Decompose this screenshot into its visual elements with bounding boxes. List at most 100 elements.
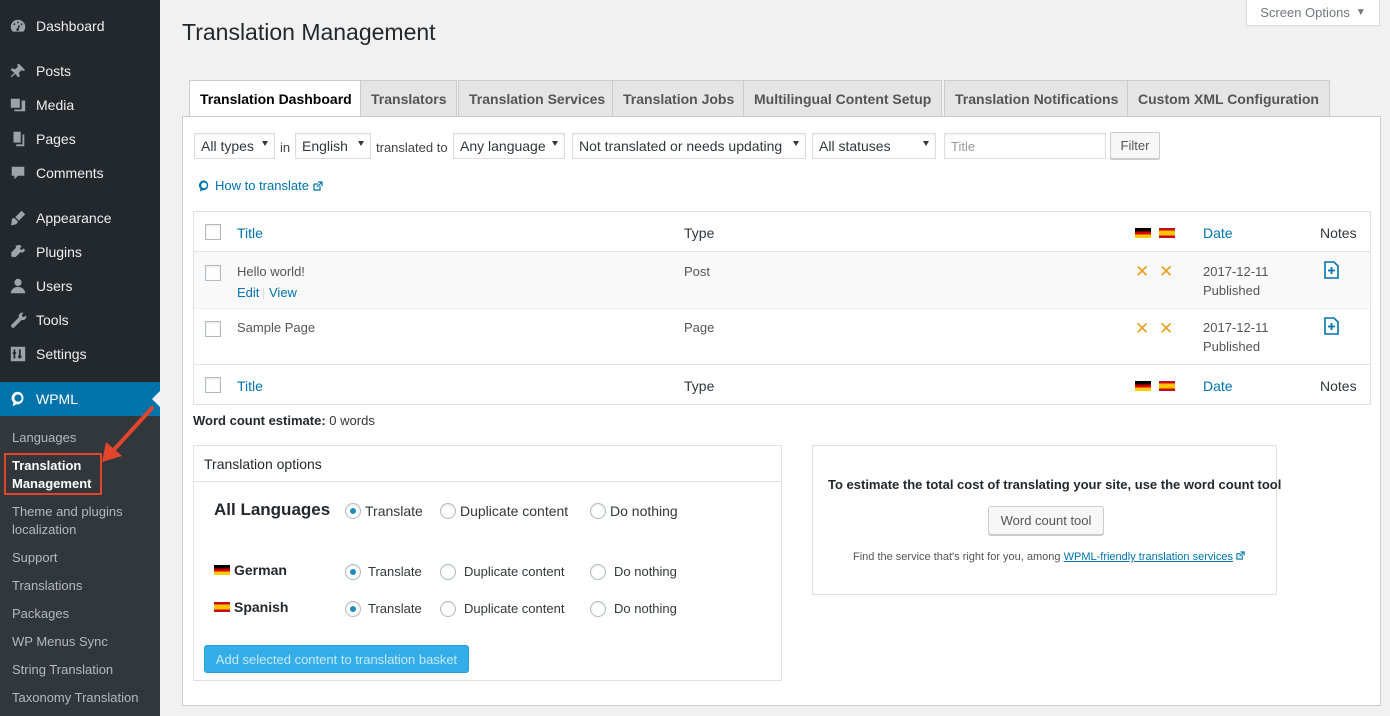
spanish-duplicate-radio[interactable] — [440, 601, 456, 617]
spanish-do-nothing-label: Do nothing — [614, 601, 677, 616]
menu-posts[interactable]: Posts — [0, 54, 160, 88]
tab-custom-xml-configuration[interactable]: Custom XML Configuration — [1127, 80, 1330, 116]
tab-translation-services[interactable]: Translation Services — [458, 80, 617, 116]
spanish-flag-icon — [214, 602, 230, 612]
row-status: Published — [1203, 283, 1261, 298]
submenu-wp-menus-sync[interactable]: WP Menus Sync — [12, 633, 152, 651]
source-language-select[interactable]: English — [295, 133, 371, 159]
spanish-translate-radio[interactable] — [345, 601, 361, 617]
menu-tools-label: Tools — [36, 312, 69, 328]
brush-icon — [0, 209, 36, 227]
row-date: 2017-12-11 — [1203, 320, 1269, 335]
how-to-translate-link[interactable]: How to translate — [197, 178, 323, 193]
german-do-nothing-radio[interactable] — [590, 564, 606, 580]
word-count-tool-button[interactable]: Word count tool — [988, 506, 1104, 535]
menu-media[interactable]: Media — [0, 88, 160, 122]
row-title: Hello world! — [237, 264, 305, 279]
all-translate-radio[interactable] — [345, 503, 361, 519]
translation-services-link[interactable]: WPML-friendly translation services — [1064, 551, 1233, 563]
caret-down-icon: ▼ — [1355, 7, 1366, 18]
submenu-string-translation[interactable]: String Translation — [12, 661, 152, 679]
target-language-select[interactable]: Any language — [453, 133, 565, 159]
menu-tools[interactable]: Tools — [0, 303, 160, 337]
all-duplicate-radio[interactable] — [440, 503, 456, 519]
wpml-icon — [199, 179, 209, 192]
submenu-packages[interactable]: Packages — [12, 605, 152, 623]
spanish-translate-label: Translate — [368, 601, 422, 616]
column-notes-footer: Notes — [1320, 378, 1357, 394]
not-translated-icon[interactable]: ✕ — [1135, 319, 1149, 339]
menu-appearance[interactable]: Appearance — [0, 201, 160, 235]
add-to-translation-basket-button[interactable]: Add selected content to translation bask… — [204, 645, 469, 673]
wrench-icon — [0, 311, 36, 329]
action-separator: | — [262, 285, 266, 300]
all-do-nothing-radio[interactable] — [590, 503, 606, 519]
status-select[interactable]: All statuses — [812, 133, 936, 159]
status-value: All statuses — [819, 138, 891, 154]
spanish-flag-icon — [1159, 381, 1175, 391]
tab-translation-notifications[interactable]: Translation Notifications — [944, 80, 1130, 116]
german-duplicate-radio[interactable] — [440, 564, 456, 580]
submenu-support[interactable]: Support — [12, 549, 152, 567]
settings-icon — [0, 345, 36, 363]
menu-settings-label: Settings — [36, 346, 87, 362]
tab-translation-jobs[interactable]: Translation Jobs — [612, 80, 746, 116]
menu-pages[interactable]: Pages — [0, 122, 160, 156]
all-languages-label: All Languages — [214, 500, 331, 519]
add-note-icon[interactable] — [1322, 261, 1340, 279]
column-title[interactable]: Title — [237, 225, 263, 241]
submenu-taxonomy-translation[interactable]: Taxonomy Translation — [12, 689, 152, 707]
menu-media-label: Media — [36, 97, 75, 113]
menu-dashboard[interactable]: Dashboard — [0, 9, 160, 43]
select-all-checkbox-footer[interactable] — [205, 377, 221, 393]
find-service-text: Find the service that's right for you, a… — [853, 551, 1061, 563]
menu-users[interactable]: Users — [0, 269, 160, 303]
column-type-footer: Type — [684, 378, 715, 394]
tab-multilingual-content-setup[interactable]: Multilingual Content Setup — [743, 80, 943, 116]
german-flag-icon — [214, 565, 230, 575]
menu-plugins[interactable]: Plugins — [0, 235, 160, 269]
column-date-footer[interactable]: Date — [1203, 378, 1233, 394]
title-search-input[interactable] — [944, 133, 1106, 159]
tab-translation-dashboard[interactable]: Translation Dashboard — [189, 80, 363, 117]
filter-button[interactable]: Filter — [1110, 132, 1160, 159]
view-link[interactable]: View — [269, 285, 297, 300]
menu-comments[interactable]: Comments — [0, 156, 160, 190]
row-checkbox[interactable] — [205, 321, 221, 337]
not-translated-icon[interactable]: ✕ — [1135, 262, 1149, 282]
select-all-checkbox[interactable] — [205, 224, 221, 240]
spanish-label: Spanish — [234, 599, 289, 615]
submenu-theme-plugins-localization[interactable]: Theme and plugins localization — [12, 503, 152, 539]
red-callout-arrow — [102, 406, 154, 462]
row-checkbox[interactable] — [205, 265, 221, 281]
column-title-footer[interactable]: Title — [237, 378, 263, 394]
translation-status-select[interactable]: Not translated or needs updating — [572, 133, 806, 159]
edit-link[interactable]: Edit — [237, 285, 259, 300]
submenu-translations[interactable]: Translations — [12, 577, 152, 595]
screen-options-button[interactable]: Screen Options ▼ — [1246, 0, 1380, 26]
row-date: 2017-12-11 — [1203, 264, 1269, 279]
not-translated-icon[interactable]: ✕ — [1159, 262, 1173, 282]
column-notes: Notes — [1320, 225, 1357, 241]
tab-translators[interactable]: Translators — [360, 80, 458, 116]
spanish-flag-icon — [1159, 228, 1175, 238]
german-duplicate-label: Duplicate content — [464, 564, 565, 579]
menu-plugins-label: Plugins — [36, 244, 82, 260]
row-type: Post — [684, 264, 711, 279]
menu-appearance-label: Appearance — [36, 210, 112, 226]
german-translate-radio[interactable] — [345, 564, 361, 580]
row-type: Page — [684, 320, 715, 335]
column-type: Type — [684, 225, 715, 241]
type-select[interactable]: All types — [194, 133, 275, 159]
row-status: Published — [1203, 339, 1261, 354]
add-note-icon[interactable] — [1322, 317, 1340, 335]
column-date[interactable]: Date — [1203, 225, 1233, 241]
spanish-do-nothing-radio[interactable] — [590, 601, 606, 617]
all-do-nothing-label: Do nothing — [610, 503, 678, 519]
translation-options-heading: Translation options — [194, 446, 781, 482]
menu-dashboard-label: Dashboard — [36, 18, 105, 34]
menu-settings[interactable]: Settings — [0, 337, 160, 371]
not-translated-icon[interactable]: ✕ — [1159, 319, 1173, 339]
caret-down-icon — [262, 141, 268, 146]
dashboard-icon — [0, 17, 36, 35]
